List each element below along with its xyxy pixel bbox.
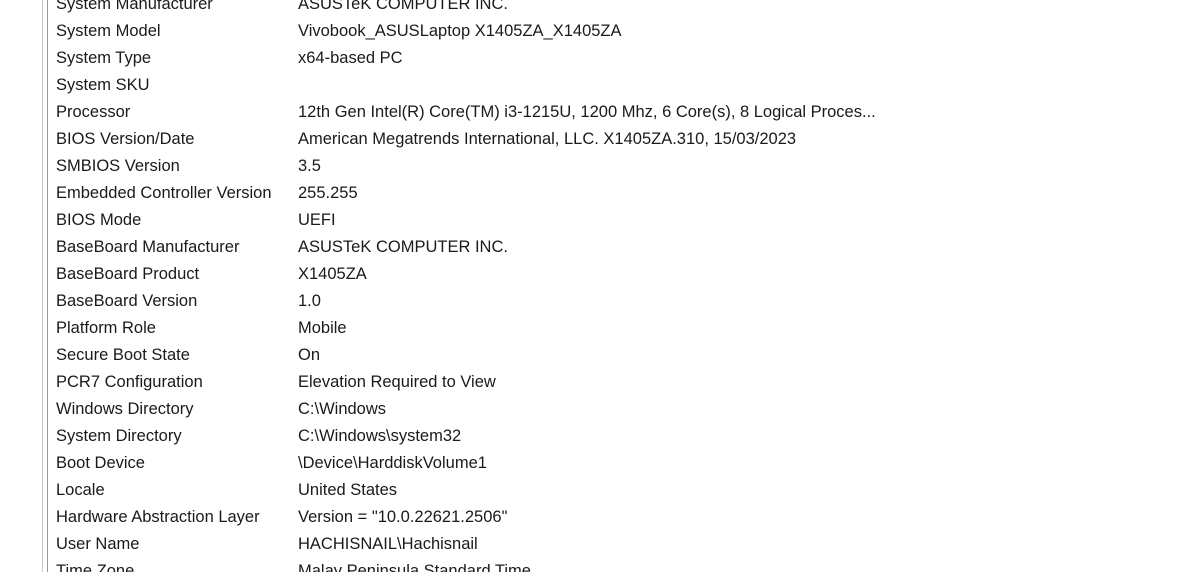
value-cell: Malay Peninsula Standard Time bbox=[298, 562, 531, 572]
table-row[interactable]: Time Zone Malay Peninsula Standard Time bbox=[48, 558, 1200, 572]
item-cell: BIOS Version/Date bbox=[56, 130, 195, 148]
item-cell: Time Zone bbox=[56, 562, 135, 572]
table-row[interactable]: BIOS Version/Date American Megatrends In… bbox=[48, 126, 1200, 153]
value-cell: 255.255 bbox=[298, 184, 358, 202]
value-cell bbox=[298, 72, 1200, 99]
value-cell: United States bbox=[298, 481, 398, 499]
table-row[interactable]: System SKU bbox=[48, 72, 1200, 99]
value-cell: X1405ZA bbox=[298, 265, 367, 283]
table-row[interactable]: System Model Vivobook_ASUSLaptop X1405ZA… bbox=[48, 18, 1200, 45]
table-row[interactable]: BaseBoard Manufacturer ASUSTeK COMPUTER … bbox=[48, 234, 1200, 261]
value-cell: Version = "10.0.22621.2506" bbox=[298, 508, 508, 526]
item-cell: BIOS Mode bbox=[56, 211, 142, 229]
value-cell: 3.5 bbox=[298, 157, 321, 175]
value-cell: x64-based PC bbox=[298, 49, 403, 67]
table-row[interactable]: System Manufacturer ASUSTeK COMPUTER INC… bbox=[48, 0, 1200, 18]
item-cell: System SKU bbox=[56, 76, 150, 94]
item-cell: SMBIOS Version bbox=[56, 157, 180, 175]
value-cell: On bbox=[298, 346, 321, 364]
system-summary-view: System Manufacturer ASUSTeK COMPUTER INC… bbox=[0, 0, 1200, 572]
value-cell: Elevation Required to View bbox=[298, 373, 496, 391]
table-row[interactable]: PCR7 Configuration Elevation Required to… bbox=[48, 369, 1200, 396]
table-row[interactable]: User Name HACHISNAIL\Hachisnail bbox=[48, 531, 1200, 558]
item-cell: Secure Boot State bbox=[56, 346, 190, 364]
item-cell: User Name bbox=[56, 535, 140, 553]
value-cell: C:\Windows\system32 bbox=[298, 427, 462, 445]
value-cell: 12th Gen Intel(R) Core(TM) i3-1215U, 120… bbox=[298, 103, 876, 121]
value-cell: Mobile bbox=[298, 319, 347, 337]
table-row[interactable]: Embedded Controller Version 255.255 bbox=[48, 180, 1200, 207]
value-cell: C:\Windows bbox=[298, 400, 387, 418]
item-cell: Hardware Abstraction Layer bbox=[56, 508, 260, 526]
item-cell: System Manufacturer bbox=[56, 0, 213, 13]
item-cell: Boot Device bbox=[56, 454, 145, 472]
item-cell: System Directory bbox=[56, 427, 182, 445]
table-row[interactable]: Locale United States bbox=[48, 477, 1200, 504]
value-cell: HACHISNAIL\Hachisnail bbox=[298, 535, 478, 553]
value-cell: Vivobook_ASUSLaptop X1405ZA_X1405ZA bbox=[298, 22, 622, 40]
table-row[interactable]: BIOS Mode UEFI bbox=[48, 207, 1200, 234]
item-cell: Processor bbox=[56, 103, 131, 121]
item-cell: Locale bbox=[56, 481, 105, 499]
value-cell: ASUSTeK COMPUTER INC. bbox=[298, 238, 508, 256]
item-cell: BaseBoard Version bbox=[56, 292, 198, 310]
value-cell: 1.0 bbox=[298, 292, 321, 310]
table-row[interactable]: System Directory C:\Windows\system32 bbox=[48, 423, 1200, 450]
value-cell: \Device\HarddiskVolume1 bbox=[298, 454, 487, 472]
table-row[interactable]: Platform Role Mobile bbox=[48, 315, 1200, 342]
table-row[interactable]: Processor 12th Gen Intel(R) Core(TM) i3-… bbox=[48, 99, 1200, 126]
item-cell: BaseBoard Manufacturer bbox=[56, 238, 240, 256]
table-row[interactable]: Hardware Abstraction Layer Version = "10… bbox=[48, 504, 1200, 531]
table-row[interactable]: Windows Directory C:\Windows bbox=[48, 396, 1200, 423]
table-row[interactable]: Secure Boot State On bbox=[48, 342, 1200, 369]
item-cell: System Model bbox=[56, 22, 161, 40]
system-info-table: System Manufacturer ASUSTeK COMPUTER INC… bbox=[48, 0, 1200, 572]
table-row[interactable]: Boot Device \Device\HarddiskVolume1 bbox=[48, 450, 1200, 477]
value-cell: American Megatrends International, LLC. … bbox=[298, 130, 797, 148]
item-cell: BaseBoard Product bbox=[56, 265, 200, 283]
item-cell: Windows Directory bbox=[56, 400, 194, 418]
table-row[interactable]: BaseBoard Product X1405ZA bbox=[48, 261, 1200, 288]
item-cell: Platform Role bbox=[56, 319, 156, 337]
value-cell: ASUSTeK COMPUTER INC. bbox=[298, 0, 508, 13]
value-cell: UEFI bbox=[298, 211, 336, 229]
table-row[interactable]: SMBIOS Version 3.5 bbox=[48, 153, 1200, 180]
item-cell: Embedded Controller Version bbox=[56, 184, 272, 202]
table-row[interactable]: BaseBoard Version 1.0 bbox=[48, 288, 1200, 315]
table-row[interactable]: System Type x64-based PC bbox=[48, 45, 1200, 72]
pane-divider-outer bbox=[42, 0, 43, 572]
item-cell: System Type bbox=[56, 49, 152, 67]
item-cell: PCR7 Configuration bbox=[56, 373, 203, 391]
